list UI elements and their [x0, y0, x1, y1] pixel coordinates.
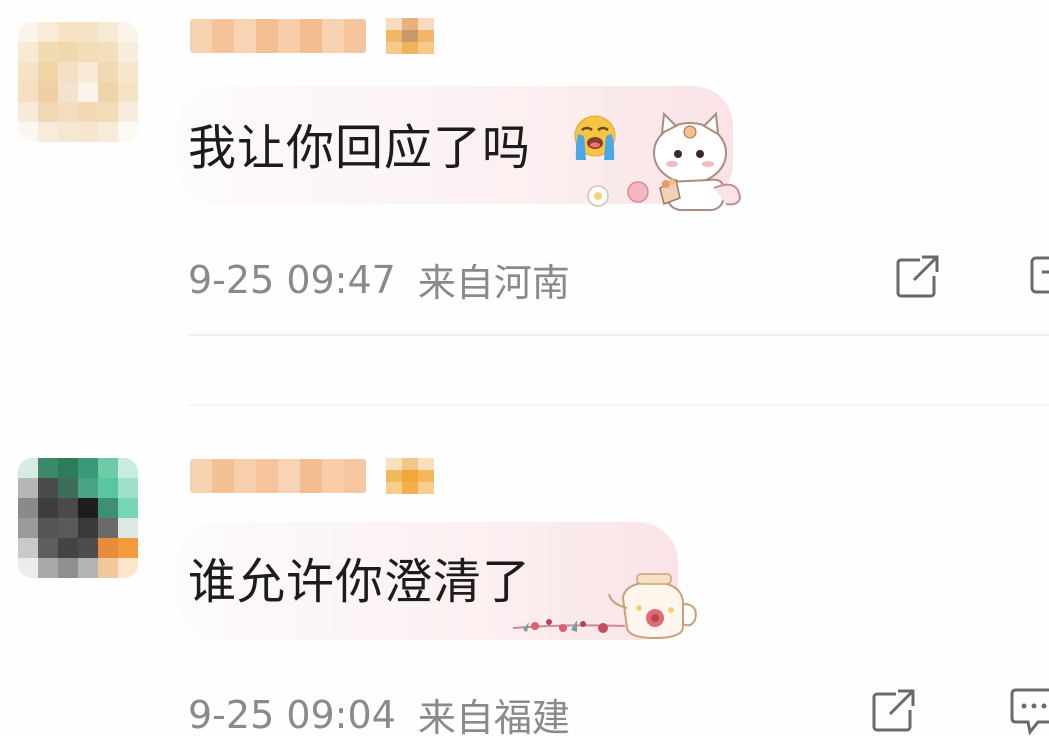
username-pixelated [190, 459, 366, 493]
avatar[interactable] [18, 458, 138, 578]
comment-item: 我让你回应了吗 9-25 09:47 来自河南 [0, 0, 1049, 406]
comment-timestamp: 9-25 09:04 [188, 692, 396, 737]
comment-icon[interactable] [1028, 252, 1049, 304]
username-blurred[interactable] [190, 14, 434, 58]
comment-location: 来自福建 [417, 696, 570, 740]
user-badge-icon [386, 18, 434, 54]
share-icon[interactable] [868, 684, 920, 736]
avatar-pixelated-image [18, 22, 138, 142]
comment-meta: 9-25 09:47 来自河南 [188, 252, 570, 307]
cat-sticker [587, 111, 742, 211]
comment-text: 我让你回应了吗 [188, 120, 532, 176]
teapot-flower-sticker [512, 573, 697, 640]
comment-meta: 9-25 09:04 来自福建 [188, 687, 570, 742]
comment-location: 来自河南 [417, 261, 570, 305]
divider [188, 334, 1049, 336]
comment-icon[interactable] [1008, 686, 1049, 738]
avatar[interactable] [18, 22, 138, 142]
comment-timestamp: 9-25 09:47 [188, 257, 396, 302]
username-blurred[interactable] [190, 454, 434, 498]
comment-item: 谁允许你澄清了 9-25 09:04 来自福建 [0, 440, 1049, 740]
divider [188, 404, 1049, 406]
user-badge-icon [386, 458, 434, 494]
comment-list-page: 我让你回应了吗 9-25 09:47 来自河南 谁允许你澄清了 9-25 09:… [0, 0, 1049, 740]
comment-text: 谁允许你澄清了 [188, 554, 532, 610]
username-pixelated [190, 19, 366, 53]
avatar-pixelated-image [18, 458, 138, 578]
share-icon[interactable] [892, 250, 944, 302]
